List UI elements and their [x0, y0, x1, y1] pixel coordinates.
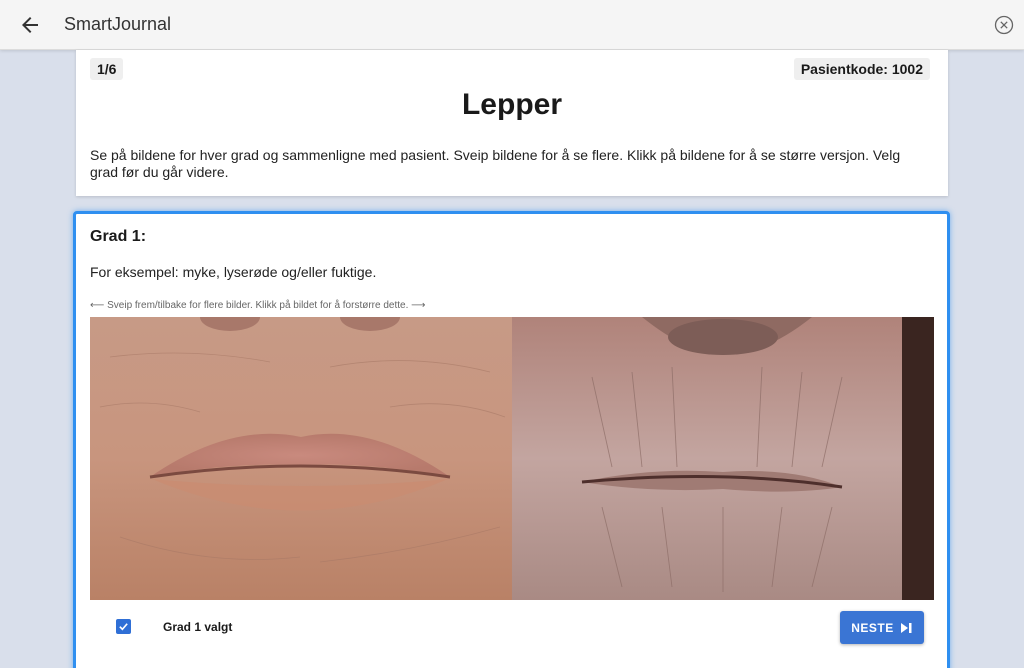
grade-selection[interactable]: Grad 1 valgt — [116, 619, 232, 634]
grade-checkbox[interactable] — [116, 619, 131, 634]
close-circle-icon — [994, 15, 1014, 35]
patient-code-badge: Pasientkode: 1002 — [793, 58, 930, 80]
next-button-label: NESTE — [851, 620, 894, 635]
grade-card[interactable]: Grad 1: For eksempel: myke, lyserøde og/… — [73, 211, 950, 668]
intro-card: 1/6 Pasientkode: 1002 Lepper Se på bilde… — [76, 50, 948, 196]
grade-description: For eksempel: myke, lyserøde og/eller fu… — [90, 264, 377, 280]
app-header: SmartJournal — [0, 0, 1024, 50]
step-badge: 1/6 — [90, 58, 124, 80]
grade-selected-label: Grad 1 valgt — [163, 620, 233, 634]
page-title: Lepper — [461, 88, 563, 121]
next-button[interactable]: NESTE — [840, 611, 924, 644]
image-carousel[interactable] — [90, 317, 934, 600]
instructions-text: Se på bildene for hver grad og sammenlig… — [90, 147, 901, 180]
check-icon — [119, 623, 128, 631]
close-button[interactable] — [994, 15, 1014, 35]
back-button[interactable] — [18, 13, 42, 37]
swipe-hint: ⟵ Sveip frem/tilbake for flere bilder. K… — [90, 300, 426, 311]
lips-photo-2[interactable] — [512, 317, 934, 600]
skip-next-icon — [900, 622, 912, 633]
grade-title: Grad 1: — [90, 228, 147, 245]
arrow-left-icon — [22, 17, 38, 33]
app-title: SmartJournal — [64, 14, 172, 34]
lips-photo-1[interactable] — [90, 317, 512, 600]
